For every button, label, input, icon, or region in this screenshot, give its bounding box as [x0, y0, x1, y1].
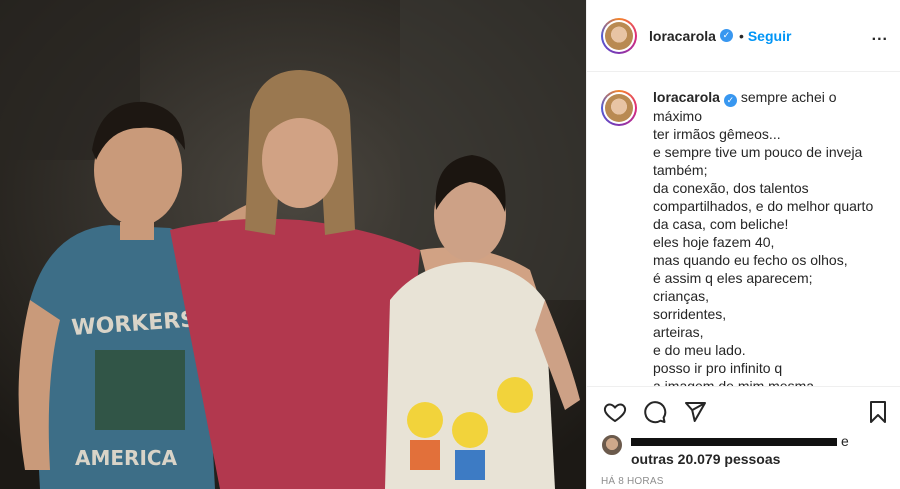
- instagram-post: WORKERS OF AMERICA loracarola ✓ • Seguir…: [0, 0, 900, 489]
- caption-line: compartilhados, e do melhor quarto: [653, 198, 874, 214]
- comments-area: loracarola ✓ sempre achei o máximo ter ir…: [587, 72, 900, 386]
- likes-others-link[interactable]: outras 20.079 pessoas: [631, 451, 780, 467]
- comment-icon[interactable]: [641, 398, 669, 426]
- bookmark-icon[interactable]: [864, 398, 892, 426]
- caption-line: arteiras,: [653, 324, 704, 340]
- caption-line: crianças,: [653, 288, 710, 304]
- likes-text: e outras 20.079 pessoas: [631, 432, 849, 468]
- caption-line: sorridentes,: [653, 306, 727, 322]
- caption-line: também;: [653, 162, 708, 178]
- heart-icon[interactable]: [601, 398, 629, 426]
- post-photo[interactable]: WORKERS OF AMERICA: [0, 0, 586, 489]
- verified-badge-icon: ✓: [719, 29, 733, 42]
- redacted-username: [631, 438, 837, 447]
- caption-author-avatar[interactable]: [601, 90, 637, 126]
- more-options-icon[interactable]: ...: [872, 27, 888, 45]
- photo-illustration: WORKERS OF AMERICA: [0, 0, 586, 489]
- caption-line: posso ir pro infinito q: [653, 360, 783, 376]
- author-avatar[interactable]: [601, 17, 637, 54]
- post-sidebar: loracarola ✓ • Seguir ... loracarola ✓ se…: [586, 0, 900, 489]
- caption-line: da casa, com beliche!: [653, 216, 789, 232]
- caption-line: mas quando eu fecho os olhos,: [653, 252, 848, 268]
- likes-summary: e outras 20.079 pessoas: [601, 432, 886, 468]
- caption-line: da conexão, dos talentos: [653, 180, 809, 196]
- separator-dot: •: [738, 27, 744, 44]
- follow-button[interactable]: Seguir: [748, 28, 792, 44]
- likes-conjunction: e: [841, 433, 849, 449]
- caption-verified-badge-icon: ✓: [723, 94, 737, 107]
- caption-line: é assim q eles aparecem;: [653, 270, 813, 286]
- caption-line: e do meu lado.: [653, 342, 746, 358]
- caption-username[interactable]: loracarola: [653, 89, 720, 105]
- caption-line: ter irmãos gêmeos...: [653, 126, 781, 142]
- post-timestamp[interactable]: HÁ 8 HORAS: [601, 476, 664, 487]
- caption-line: eles hoje fazem 40,: [653, 234, 775, 250]
- liker-avatar[interactable]: [601, 434, 623, 456]
- post-caption: loracarola ✓ sempre achei o máximo ter ir…: [653, 88, 886, 386]
- shirt-text-bottom: AMERICA: [75, 446, 178, 470]
- post-actions: [587, 386, 900, 436]
- paper-plane-icon[interactable]: [681, 398, 709, 426]
- author-username[interactable]: loracarola: [649, 28, 716, 44]
- caption-line: e sempre tive um pouco de inveja: [653, 144, 863, 160]
- post-header: loracarola ✓ • Seguir ...: [587, 0, 900, 72]
- caption-line: a imagem de mim mesma permanece: [653, 378, 815, 386]
